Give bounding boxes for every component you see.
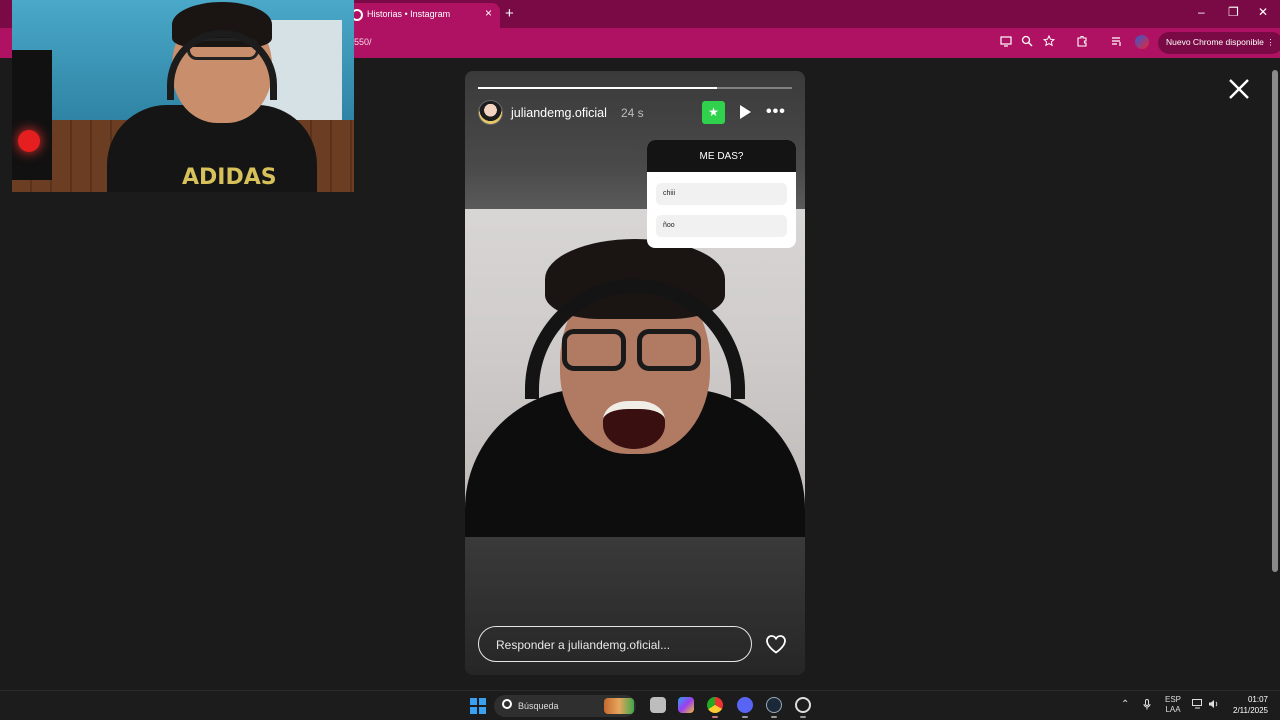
- chrome-update-button[interactable]: Nuevo Chrome disponible ⋮: [1158, 32, 1280, 54]
- language-code: ESP: [1165, 695, 1182, 704]
- poll-option[interactable]: ñoo: [656, 215, 787, 237]
- story-progress-bar: [478, 87, 792, 89]
- search-icon: [502, 699, 512, 709]
- poll-option[interactable]: chiii: [656, 183, 787, 205]
- steam-running-indicator: [771, 716, 777, 718]
- task-view-icon[interactable]: [650, 697, 666, 713]
- discord-running-indicator: [742, 716, 748, 718]
- more-options-icon[interactable]: •••: [766, 103, 786, 121]
- star-icon[interactable]: ★: [702, 101, 725, 124]
- clock-date: 2/11/2025: [1233, 706, 1268, 715]
- chrome-icon[interactable]: [707, 697, 723, 713]
- like-button[interactable]: [765, 634, 787, 654]
- clock-time: 01:07: [1247, 695, 1268, 704]
- copilot-icon[interactable]: [678, 697, 694, 713]
- user-avatar[interactable]: [478, 100, 503, 125]
- browser-tab-instagram[interactable]: Historias • Instagram ×: [345, 3, 500, 28]
- language-indicator[interactable]: ESP LAA: [1165, 695, 1181, 715]
- keyboard-layout: LAA: [1165, 705, 1181, 714]
- photo-glasses-left: [562, 329, 626, 371]
- address-bar[interactable]: 550/: [354, 37, 372, 47]
- obs-running-indicator: [800, 716, 806, 718]
- close-icon: [1229, 79, 1249, 99]
- reply-input[interactable]: Responder a juliandemg.oficial...: [478, 626, 752, 662]
- minimize-button[interactable]: –: [1198, 5, 1205, 19]
- profile-avatar-icon[interactable]: [1135, 35, 1149, 49]
- bookmark-star-icon[interactable]: [1042, 34, 1056, 50]
- microphone-icon[interactable]: [1143, 699, 1151, 712]
- heart-icon: [766, 635, 786, 654]
- new-tab-button[interactable]: +: [505, 5, 514, 22]
- search-label: Búsqueda: [518, 701, 559, 711]
- poll-sticker: ME DAS? chiii ñoo: [647, 140, 796, 248]
- play-icon[interactable]: [740, 105, 751, 119]
- taskbar-clock[interactable]: 01:07 2/11/2025: [1226, 694, 1268, 716]
- page-scrollbar-thumb[interactable]: [1272, 70, 1278, 572]
- tray-chevron-up-icon[interactable]: ⌃: [1121, 699, 1129, 710]
- windows-start-icon[interactable]: [470, 698, 486, 714]
- story-header: juliandemg.oficial 24 s ★ •••: [478, 99, 792, 127]
- close-story-button[interactable]: [1226, 76, 1252, 102]
- story-photo: [465, 209, 805, 537]
- zoom-icon[interactable]: [1021, 35, 1033, 50]
- search-highlight-icon: [604, 698, 634, 714]
- extensions-icon[interactable]: [1076, 35, 1088, 50]
- webcam-shirt-text: ADIDAS: [182, 165, 277, 190]
- photo-glasses-right: [637, 329, 701, 371]
- photo-mouth: [603, 401, 665, 449]
- reply-placeholder: Responder a juliandemg.oficial...: [496, 638, 671, 652]
- webcam-pc-led: [18, 130, 40, 152]
- chrome-active-indicator: [712, 716, 718, 718]
- network-icon[interactable]: [1192, 699, 1203, 711]
- tab-close-button[interactable]: ×: [485, 6, 492, 20]
- webcam-pc-tower: [12, 50, 52, 180]
- windows-taskbar: Búsqueda ⌃ ESP LAA 01:07 2/11/2025: [0, 690, 1280, 720]
- maximize-button[interactable]: ❐: [1228, 5, 1239, 19]
- chrome-menu-icon: ⋮: [1266, 37, 1275, 47]
- obs-icon[interactable]: [795, 697, 811, 713]
- taskbar-search[interactable]: Búsqueda: [494, 695, 636, 717]
- chrome-update-label: Nuevo Chrome disponible: [1166, 37, 1264, 47]
- install-app-icon[interactable]: [1000, 35, 1012, 50]
- webcam-overlay: ADIDAS: [12, 0, 354, 192]
- media-controls-icon[interactable]: [1111, 35, 1123, 50]
- steam-icon[interactable]: [766, 697, 782, 713]
- story-time: 24 s: [621, 106, 644, 120]
- window-close-button[interactable]: ✕: [1258, 5, 1268, 19]
- poll-question: ME DAS?: [647, 140, 796, 172]
- story-viewer[interactable]: juliandemg.oficial 24 s ★ ••• ME DAS? ch…: [465, 71, 805, 675]
- story-progress-fill: [478, 87, 717, 89]
- volume-icon[interactable]: [1208, 699, 1219, 711]
- discord-icon[interactable]: [737, 697, 753, 713]
- tab-title: Historias • Instagram: [367, 9, 451, 19]
- story-username[interactable]: juliandemg.oficial: [511, 106, 607, 120]
